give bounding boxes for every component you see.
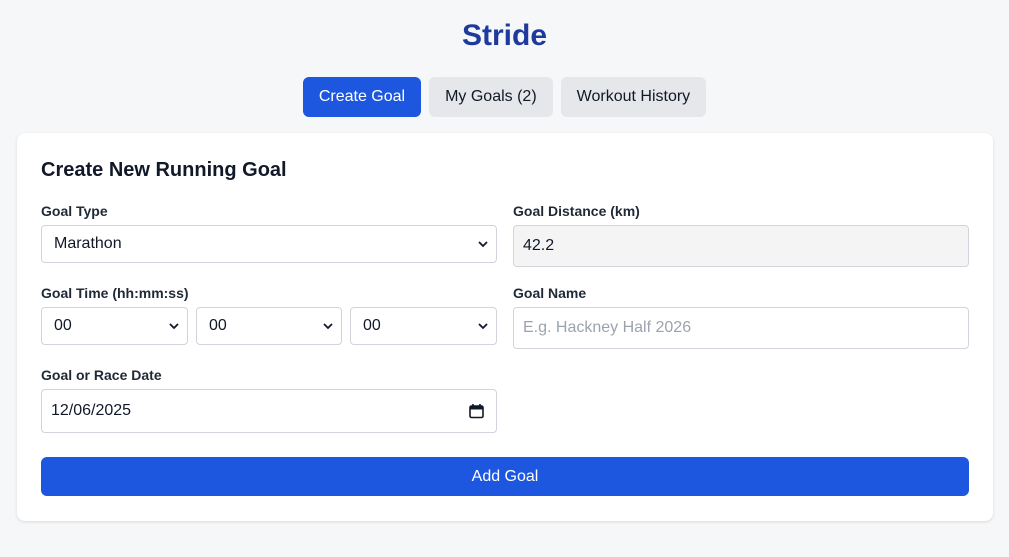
goal-distance-field[interactable]: 42.2 [513,225,969,267]
goal-type-select[interactable]: Marathon [41,225,497,263]
chevron-down-icon [478,241,488,248]
tab-workout-history[interactable]: Workout History [560,77,707,117]
goal-name-input[interactable]: E.g. Hackney Half 2026 [513,307,969,349]
add-goal-button[interactable]: Add Goal [41,457,969,496]
tab-my-goals[interactable]: My Goals (2) [429,77,553,117]
goal-time-label: Goal Time (hh:mm:ss) [41,285,189,301]
goal-date-value: 12/06/2025 [51,402,132,419]
goal-time-minutes-select[interactable]: 00 [196,307,342,345]
app-title: Stride [461,19,548,52]
form-heading: Create New Running Goal [41,159,287,181]
goal-date-input[interactable]: 12/06/2025 [41,389,497,433]
goal-name-label: Goal Name [513,285,587,301]
calendar-icon[interactable] [469,404,484,419]
goal-name-placeholder: E.g. Hackney Half 2026 [523,319,692,336]
chevron-down-icon [323,323,333,330]
goal-time-hours-value: 00 [54,317,72,334]
chevron-down-icon [169,323,179,330]
goal-time-hours-select[interactable]: 00 [41,307,188,345]
tab-bar: Create Goal My Goals (2) Workout History [0,77,1009,117]
tab-create-goal[interactable]: Create Goal [302,77,422,117]
create-goal-card: Create New Running Goal Goal Type Marath… [17,133,993,521]
goal-time-minutes-value: 00 [209,317,227,334]
goal-type-label: Goal Type [41,203,108,219]
goal-type-value: Marathon [54,235,122,252]
goal-distance-label: Goal Distance (km) [513,203,640,219]
goal-date-label: Goal or Race Date [41,367,162,383]
goal-time-seconds-value: 00 [363,317,381,334]
chevron-down-icon [478,323,488,330]
goal-time-seconds-select[interactable]: 00 [350,307,497,345]
goal-distance-value: 42.2 [523,237,555,254]
